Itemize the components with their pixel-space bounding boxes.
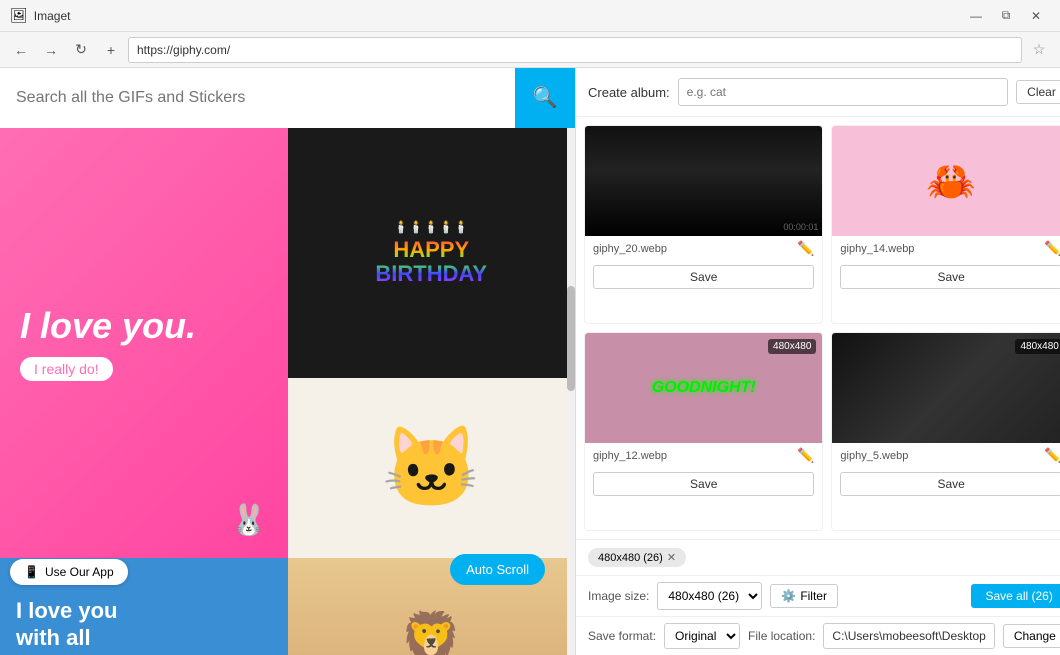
right-panel: Create album: Clear 00:00:01 giphy_20.we… bbox=[575, 68, 1060, 655]
app-title: Imaget bbox=[34, 9, 962, 23]
album-header: Create album: Clear bbox=[576, 68, 1060, 117]
search-bar: 🔍 bbox=[0, 68, 575, 128]
save-all-button[interactable]: Save all (26) bbox=[971, 584, 1060, 608]
minimize-button[interactable]: — bbox=[962, 2, 990, 30]
filter-icon: ⚙️ bbox=[781, 589, 796, 603]
image-card-3: GOODNIGHT! 480x480 giphy_12.webp ✏️ Save bbox=[584, 332, 823, 531]
save-format-label: Save format: bbox=[588, 629, 656, 643]
main-layout: 🔍 I love you. I really do! 🐰 bbox=[0, 68, 1060, 655]
image-grid: 00:00:01 giphy_20.webp ✏️ Save 🦀 giphy_1 bbox=[576, 117, 1060, 539]
image-size-select[interactable]: 480x480 (26) 240x240 Original bbox=[657, 582, 762, 610]
search-button[interactable]: 🔍 bbox=[515, 68, 575, 128]
refresh-button[interactable]: ↻ bbox=[68, 37, 94, 63]
filter-tag-close[interactable]: ✕ bbox=[667, 551, 676, 564]
image-thumb-1: 00:00:01 bbox=[585, 126, 822, 236]
auto-scroll-button[interactable]: Auto Scroll bbox=[450, 554, 545, 585]
image-name-2: giphy_14.webp bbox=[840, 243, 914, 255]
gif-cell-birthday: 🕯️🕯️🕯️🕯️🕯️ HAPPYBIRTHDAY bbox=[288, 128, 576, 378]
window-controls: — ⧉ ✕ bbox=[962, 2, 1050, 30]
image-name-1: giphy_20.webp bbox=[593, 243, 667, 255]
edit-icon-1[interactable]: ✏️ bbox=[797, 240, 814, 257]
close-button[interactable]: ✕ bbox=[1022, 2, 1050, 30]
filter-bar: 480x480 (26) ✕ bbox=[576, 539, 1060, 575]
left-panel: 🔍 I love you. I really do! 🐰 bbox=[0, 68, 575, 655]
app-logo: 🖼 bbox=[10, 7, 28, 24]
image-thumb-3: GOODNIGHT! 480x480 bbox=[585, 333, 822, 443]
phone-icon: 📱 bbox=[24, 565, 39, 579]
format-select[interactable]: Original WebP JPEG PNG bbox=[664, 623, 740, 649]
image-info-2: giphy_14.webp ✏️ bbox=[832, 236, 1060, 261]
gif-cell-iloveyou: I love you. I really do! 🐰 bbox=[0, 128, 288, 558]
image-info-1: giphy_20.webp ✏️ bbox=[585, 236, 822, 261]
image-size-label: Image size: bbox=[588, 589, 649, 603]
restore-button[interactable]: ⧉ bbox=[992, 2, 1020, 30]
bottom-bar: Save format: Original WebP JPEG PNG File… bbox=[576, 616, 1060, 655]
edit-icon-4[interactable]: ✏️ bbox=[1044, 447, 1060, 464]
image-info-4: giphy_5.webp ✏️ bbox=[832, 443, 1060, 468]
filter-tag: 480x480 (26) ✕ bbox=[588, 548, 686, 567]
file-location-label: File location: bbox=[748, 629, 815, 643]
size-badge-4: 480x480 bbox=[1015, 339, 1060, 354]
bookmark-button[interactable]: ☆ bbox=[1026, 37, 1052, 63]
save-button-1[interactable]: Save bbox=[593, 265, 814, 289]
image-thumb-4: 480x480 bbox=[832, 333, 1060, 443]
scrollbar-thumb bbox=[567, 286, 575, 391]
album-label: Create album: bbox=[588, 85, 670, 100]
image-size-row: Image size: 480x480 (26) 240x240 Origina… bbox=[576, 575, 1060, 616]
search-icon: 🔍 bbox=[533, 85, 558, 110]
file-path: C:\Users\mobeesoft\Desktop bbox=[823, 623, 994, 649]
save-button-2[interactable]: Save bbox=[840, 265, 1060, 289]
gif-cell-cat: 🐱 bbox=[288, 378, 576, 558]
album-input[interactable] bbox=[678, 78, 1009, 106]
save-button-4[interactable]: Save bbox=[840, 472, 1060, 496]
search-input[interactable] bbox=[0, 68, 515, 128]
save-button-3[interactable]: Save bbox=[593, 472, 814, 496]
image-name-4: giphy_5.webp bbox=[840, 450, 908, 462]
address-bar[interactable] bbox=[128, 37, 1022, 63]
image-thumb-2: 🦀 bbox=[832, 126, 1060, 236]
change-button[interactable]: Change bbox=[1003, 624, 1060, 648]
image-card-2: 🦀 giphy_14.webp ✏️ Save bbox=[831, 125, 1060, 324]
use-app-button[interactable]: 📱 Use Our App bbox=[10, 559, 128, 585]
back-button[interactable]: ← bbox=[8, 37, 34, 63]
size-badge-3: 480x480 bbox=[768, 339, 816, 354]
title-bar: 🖼 Imaget — ⧉ ✕ bbox=[0, 0, 1060, 32]
image-info-3: giphy_12.webp ✏️ bbox=[585, 443, 822, 468]
image-name-3: giphy_12.webp bbox=[593, 450, 667, 462]
edit-icon-3[interactable]: ✏️ bbox=[797, 447, 814, 464]
clear-button[interactable]: Clear bbox=[1016, 80, 1060, 104]
forward-button[interactable]: → bbox=[38, 37, 64, 63]
new-tab-button[interactable]: + bbox=[98, 37, 124, 63]
navigation-bar: ← → ↻ + ☆ bbox=[0, 32, 1060, 68]
scrollbar[interactable] bbox=[567, 128, 575, 655]
gif-content-area: I love you. I really do! 🐰 🕯️🕯️🕯️🕯️🕯️ HA… bbox=[0, 128, 575, 655]
image-card-4: 480x480 giphy_5.webp ✏️ Save bbox=[831, 332, 1060, 531]
edit-icon-2[interactable]: ✏️ bbox=[1044, 240, 1060, 257]
image-card-1: 00:00:01 giphy_20.webp ✏️ Save bbox=[584, 125, 823, 324]
filter-button[interactable]: ⚙️ Filter bbox=[770, 584, 838, 608]
